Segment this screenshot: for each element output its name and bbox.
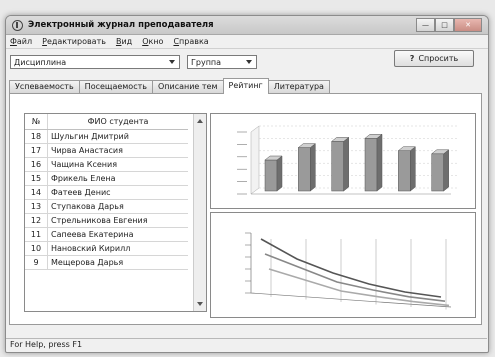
chart-axes xyxy=(250,233,452,308)
chart-bar-side xyxy=(310,143,316,192)
chart-bar xyxy=(431,153,444,192)
table-row[interactable]: 14 Фатеев Денис xyxy=(25,185,188,200)
status-bar: For Help, press F1 xyxy=(6,338,487,350)
chart-bar xyxy=(331,141,344,192)
discipline-select[interactable]: Дисциплина xyxy=(10,55,180,69)
chart-bar xyxy=(264,159,278,192)
table-row[interactable]: 9 Мещерова Дарья xyxy=(25,255,188,270)
question-icon: ? xyxy=(409,54,415,63)
chart-bar xyxy=(398,150,411,192)
chart-bar-side xyxy=(376,133,383,192)
menu-window-label: кно xyxy=(148,37,164,46)
table-row[interactable]: 17 Чирва Анастасия xyxy=(25,143,188,158)
window-controls: — □ ✕ xyxy=(416,18,482,32)
tab-literature[interactable]: Литература xyxy=(267,80,330,93)
student-name: Ступакова Дарья xyxy=(47,199,188,214)
tab-rating[interactable]: Рейтинг xyxy=(222,78,269,94)
students-table: № ФИО студента 18 Шульгин Дмитрий 17 Чирва … xyxy=(25,114,188,270)
student-name: Фрикель Елена xyxy=(47,171,188,186)
tab-topics[interactable]: Описание тем xyxy=(151,80,224,93)
chart-side-wall xyxy=(250,125,260,195)
app-icon xyxy=(12,19,23,31)
window-title: Электронный журнал преподавателя xyxy=(28,20,214,30)
chart-series-line xyxy=(260,238,442,298)
student-num: 12 xyxy=(25,213,48,228)
status-text: For Help, press F1 xyxy=(10,340,83,349)
discipline-select-value: Дисциплина xyxy=(14,57,67,67)
student-name: Фатеев Денис xyxy=(47,185,188,200)
menu-file-label: айл xyxy=(16,37,33,46)
tab-progress[interactable]: Успеваемость xyxy=(9,80,80,93)
student-num: 18 xyxy=(25,129,48,144)
table-row[interactable]: 11 Сапеева Екатерина xyxy=(25,227,188,242)
chart-bar-side xyxy=(410,146,416,192)
group-select-value: Группа xyxy=(191,57,222,67)
student-name: Чирва Анастасия xyxy=(47,143,188,158)
student-name: Чащина Ксения xyxy=(47,157,188,172)
table-row[interactable]: 18 Шульгин Дмитрий xyxy=(25,129,188,144)
rating-bar-chart-box xyxy=(210,113,476,209)
student-num: 17 xyxy=(25,143,48,158)
close-button[interactable]: ✕ xyxy=(454,18,482,32)
table-row[interactable]: 13 Ступакова Дарья xyxy=(25,199,188,214)
student-name: Стрельникова Евгения xyxy=(47,213,188,228)
tab-panel-rating: № ФИО студента 18 Шульгин Дмитрий 17 Чирва … xyxy=(9,93,482,325)
chart-bar xyxy=(364,138,378,192)
chart-bar xyxy=(298,147,311,192)
students-list[interactable]: № ФИО студента 18 Шульгин Дмитрий 17 Чирва … xyxy=(24,113,207,312)
student-name: Сапеева Екатерина xyxy=(47,227,188,242)
tab-strip: Успеваемость Посещаемость Описание тем Р… xyxy=(9,78,330,94)
rating-line-chart-box xyxy=(210,212,476,318)
maximize-button[interactable]: □ xyxy=(435,18,454,32)
menu-file[interactable]: Файл xyxy=(10,37,32,46)
student-num: 15 xyxy=(25,171,48,186)
student-name: Шульгин Дмитрий xyxy=(47,129,188,144)
menu-help-label: правка xyxy=(179,37,209,46)
table-row[interactable]: 16 Чащина Ксения xyxy=(25,157,188,172)
student-name: Мещерова Дарья xyxy=(47,255,188,270)
chevron-down-icon xyxy=(246,60,252,64)
chevron-down-icon xyxy=(169,60,175,64)
scroll-down-icon[interactable] xyxy=(197,302,203,306)
student-num: 16 xyxy=(25,157,48,172)
chart-bar-side xyxy=(276,155,283,192)
table-row[interactable]: 10 Нановский Кирилл xyxy=(25,241,188,256)
minimize-button[interactable]: — xyxy=(416,18,435,32)
menu-view[interactable]: Вид xyxy=(116,37,132,46)
column-header-num[interactable]: № xyxy=(25,114,48,130)
table-row[interactable]: 12 Стрельникова Евгения xyxy=(25,213,188,228)
group-select[interactable]: Группа xyxy=(187,55,257,69)
menu-file-mnemonic: Ф xyxy=(10,37,17,46)
student-num: 13 xyxy=(25,199,48,214)
student-num: 9 xyxy=(25,255,48,270)
student-num: 11 xyxy=(25,227,48,242)
ask-button[interactable]: ? Спросить xyxy=(394,50,474,67)
menu-view-label: ид xyxy=(121,37,133,46)
student-num: 10 xyxy=(25,241,48,256)
title-bar: Электронный журнал преподавателя — □ ✕ xyxy=(6,16,488,35)
menu-window[interactable]: Окно xyxy=(142,37,163,46)
tab-attendance[interactable]: Посещаемость xyxy=(78,80,153,93)
students-scrollbar[interactable] xyxy=(193,114,206,311)
table-row[interactable]: 15 Фрикель Елена xyxy=(25,171,188,186)
menu-edit-label: едактировать xyxy=(46,37,106,46)
student-name: Нановский Кирилл xyxy=(47,241,188,256)
scroll-up-icon[interactable] xyxy=(197,119,203,123)
chart-bar-side xyxy=(443,149,449,192)
rating-bar-chart xyxy=(237,125,459,195)
menu-edit[interactable]: Редактировать xyxy=(42,37,106,46)
menu-help[interactable]: Справка xyxy=(173,37,208,46)
table-header-row: № ФИО студента xyxy=(25,114,188,130)
ask-button-label: Спросить xyxy=(418,54,459,63)
chart-bar-side xyxy=(343,136,349,192)
rating-line-chart xyxy=(245,232,452,310)
student-num: 14 xyxy=(25,185,48,200)
column-header-name[interactable]: ФИО студента xyxy=(47,114,188,130)
menu-bar: Файл Редактировать Вид Окно Справка xyxy=(6,35,488,49)
